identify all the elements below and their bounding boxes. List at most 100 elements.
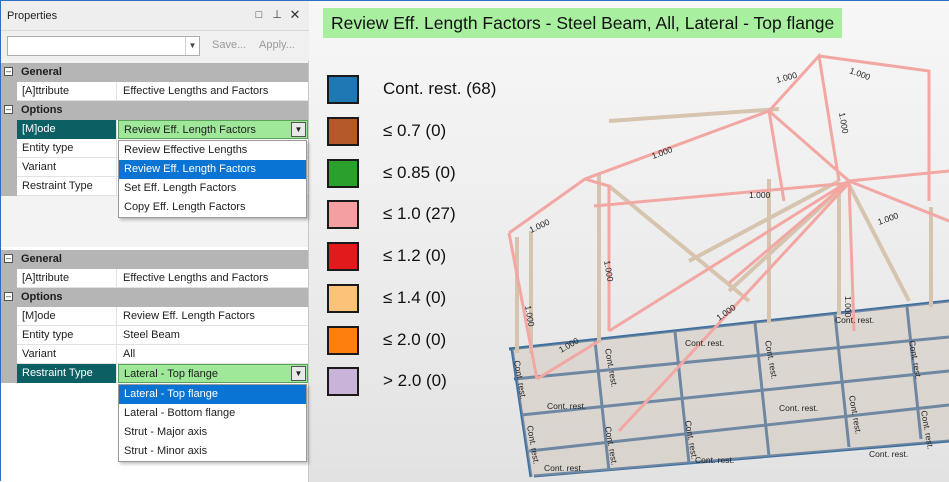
legend-label: ≤ 1.2 (0) — [383, 246, 447, 265]
property-name: Entity type — [17, 139, 117, 158]
factor-label: 1.000 — [650, 144, 674, 161]
restraint-type-select[interactable]: Lateral - Top flange ▼ — [118, 364, 308, 383]
property-name: Variant — [17, 158, 117, 177]
pin-icon[interactable]: ⊥ — [270, 8, 284, 22]
row-gutter — [1, 82, 17, 101]
category-label: Options — [21, 104, 63, 116]
mode-option[interactable]: Review Effective Lengths — [119, 141, 306, 160]
cont-rest-label: Cont. rest. — [779, 403, 818, 413]
legend-swatch — [327, 159, 359, 188]
property-row-entity-type[interactable]: Entity type Steel Beam — [1, 326, 308, 345]
restraint-dropdown-list: Lateral - Top flange Lateral - Bottom fl… — [118, 384, 307, 462]
category-label: General — [21, 253, 62, 265]
row-gutter — [1, 139, 17, 158]
cont-rest-label: Cont. rest. — [869, 449, 908, 459]
category-options[interactable]: – Options — [1, 101, 308, 120]
legend-label: ≤ 0.7 (0) — [383, 121, 447, 140]
row-gutter — [1, 364, 17, 383]
property-value[interactable]: Effective Lengths and Factors — [118, 82, 308, 101]
close-icon[interactable]: ✕ — [288, 8, 302, 22]
properties-title: Properties — [7, 10, 58, 22]
category-general[interactable]: – General — [1, 63, 308, 82]
property-row-variant[interactable]: Variant All — [1, 345, 308, 364]
legend-swatch — [327, 367, 359, 396]
row-gutter — [1, 177, 17, 196]
category-general[interactable]: – General — [1, 250, 308, 269]
roof-beam — [767, 110, 786, 202]
roof-beam — [768, 109, 850, 183]
row-gutter — [1, 158, 17, 177]
property-name: Variant — [17, 345, 117, 364]
property-value[interactable]: Effective Lengths and Factors — [118, 269, 308, 288]
factor-label: 1.000 — [528, 217, 552, 235]
legend-label: Cont. rest. (68) — [383, 79, 497, 98]
property-value[interactable]: Steel Beam — [118, 326, 308, 345]
preset-combo[interactable]: ▼ — [7, 36, 200, 56]
mode-option[interactable]: Copy Eff. Length Factors — [119, 198, 306, 217]
cont-rest-label: Cont. rest. — [695, 455, 734, 465]
mode-select[interactable]: Review Eff. Length Factors ▼ — [118, 120, 308, 139]
property-name: Entity type — [17, 326, 117, 345]
property-row-mode[interactable]: [M]ode Review Eff. Length Factors ▼ — [1, 120, 308, 139]
row-gutter — [1, 120, 17, 139]
collapse-icon[interactable]: – — [4, 254, 13, 263]
cont-rest-label: Cont. rest. — [835, 315, 874, 325]
property-row-attribute[interactable]: [A]ttribute Effective Lengths and Factor… — [1, 82, 308, 101]
legend-swatch — [327, 200, 359, 229]
restraint-option[interactable]: Lateral - Bottom flange — [119, 404, 306, 423]
maximize-icon[interactable]: □ — [252, 8, 266, 22]
property-value[interactable]: All — [118, 345, 308, 364]
property-value: Review Eff. Length Factors — [124, 124, 256, 136]
property-name: [A]ttribute — [17, 269, 117, 288]
chevron-down-icon[interactable]: ▼ — [291, 122, 306, 137]
property-name: [M]ode — [17, 307, 117, 326]
apply-button[interactable]: Apply... — [259, 39, 295, 51]
properties-panel-bottom: – General [A]ttribute Effective Lengths … — [1, 247, 309, 482]
view-title: Review Eff. Length Factors - Steel Beam,… — [323, 8, 843, 38]
roof-beam — [508, 109, 770, 235]
collapse-icon[interactable]: – — [4, 67, 13, 76]
collapse-icon[interactable]: – — [4, 292, 13, 301]
restraint-option[interactable]: Strut - Major axis — [119, 423, 306, 442]
factor-label: 1.000 — [848, 65, 872, 82]
brace — [845, 180, 911, 302]
restraint-option[interactable]: Strut - Minor axis — [119, 442, 306, 461]
properties-panel-top: Properties □ ⊥ ✕ ▼ Save... Apply... – Ge… — [1, 1, 309, 247]
property-name: Restraint Type — [17, 177, 117, 196]
category-options[interactable]: – Options — [1, 288, 308, 307]
property-name: [M]ode — [17, 120, 117, 139]
property-row-restraint-type[interactable]: Restraint Type Lateral - Top flange ▼ — [1, 364, 308, 383]
legend-swatch — [327, 326, 359, 355]
mode-option-selected[interactable]: Review Eff. Length Factors — [119, 160, 306, 179]
properties-titlebar: Properties □ ⊥ ✕ — [1, 1, 309, 31]
row-gutter — [1, 307, 17, 326]
mode-option[interactable]: Set Eff. Length Factors — [119, 179, 306, 198]
chevron-down-icon[interactable]: ▼ — [291, 366, 306, 381]
property-row-mode[interactable]: [M]ode Review Eff. Length Factors — [1, 307, 308, 326]
property-value[interactable]: Review Eff. Length Factors — [118, 307, 308, 326]
legend-label: ≤ 2.0 (0) — [383, 330, 447, 349]
restraint-option-selected[interactable]: Lateral - Top flange — [119, 385, 306, 404]
legend-swatch — [327, 284, 359, 313]
roof-beam — [848, 169, 949, 183]
factor-label: 1.000 — [837, 112, 851, 135]
factor-label: 1.000 — [602, 260, 616, 283]
structure-model[interactable]: 1.000 1.000 1.000 1.000 1.000 1.000 1.00… — [309, 1, 949, 482]
property-row-attribute[interactable]: [A]ttribute Effective Lengths and Factor… — [1, 269, 308, 288]
collapse-icon[interactable]: – — [4, 105, 13, 114]
cont-rest-label: Cont. rest. — [544, 463, 583, 473]
category-label: Options — [21, 291, 63, 303]
legend-swatch — [327, 117, 359, 146]
chevron-down-icon[interactable]: ▼ — [185, 37, 199, 55]
save-button[interactable]: Save... — [212, 39, 246, 51]
mode-dropdown-list: Review Effective Lengths Review Eff. Len… — [118, 140, 307, 218]
legend-label: ≤ 1.4 (0) — [383, 288, 447, 307]
row-gutter — [1, 345, 17, 364]
brace — [608, 107, 780, 123]
property-name: [A]ttribute — [17, 82, 117, 101]
factor-label: 1.000 — [749, 190, 771, 200]
legend-swatch — [327, 75, 359, 104]
property-name: Restraint Type — [17, 364, 117, 383]
model-view[interactable]: 1.000 1.000 1.000 1.000 1.000 1.000 1.00… — [309, 1, 949, 482]
cont-rest-label: Cont. rest. — [547, 401, 586, 411]
